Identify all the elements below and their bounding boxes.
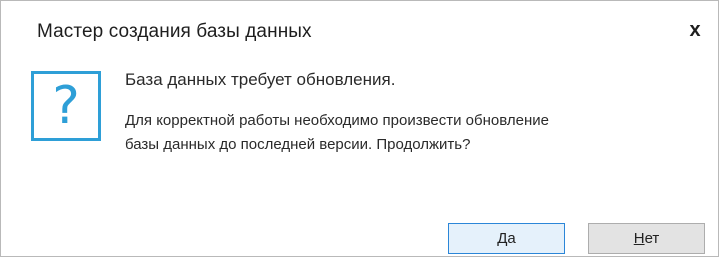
- title-bar: Мастер создания базы данных x: [1, 1, 718, 63]
- message-line-2: базы данных до последней версии. Продолж…: [125, 136, 471, 153]
- dialog-title: Мастер создания базы данных: [37, 21, 312, 42]
- message-body: Для корректной работы необходимо произве…: [125, 109, 685, 157]
- question-mark-glyph: ?: [52, 76, 80, 136]
- yes-button-mnemonic: Д: [497, 230, 508, 247]
- question-icon: ?: [31, 71, 101, 141]
- no-button-label: ет: [644, 230, 660, 247]
- yes-button-label: а: [507, 230, 516, 247]
- yes-button[interactable]: Да: [448, 223, 565, 254]
- message-line-1: Для корректной работы необходимо произве…: [125, 112, 549, 129]
- dialog-window: Мастер создания базы данных x ? База дан…: [0, 0, 719, 257]
- close-icon[interactable]: x: [682, 17, 708, 43]
- no-button[interactable]: Нет: [588, 223, 705, 254]
- message-heading: База данных требует обновления.: [125, 70, 396, 89]
- no-button-mnemonic: Н: [633, 230, 645, 247]
